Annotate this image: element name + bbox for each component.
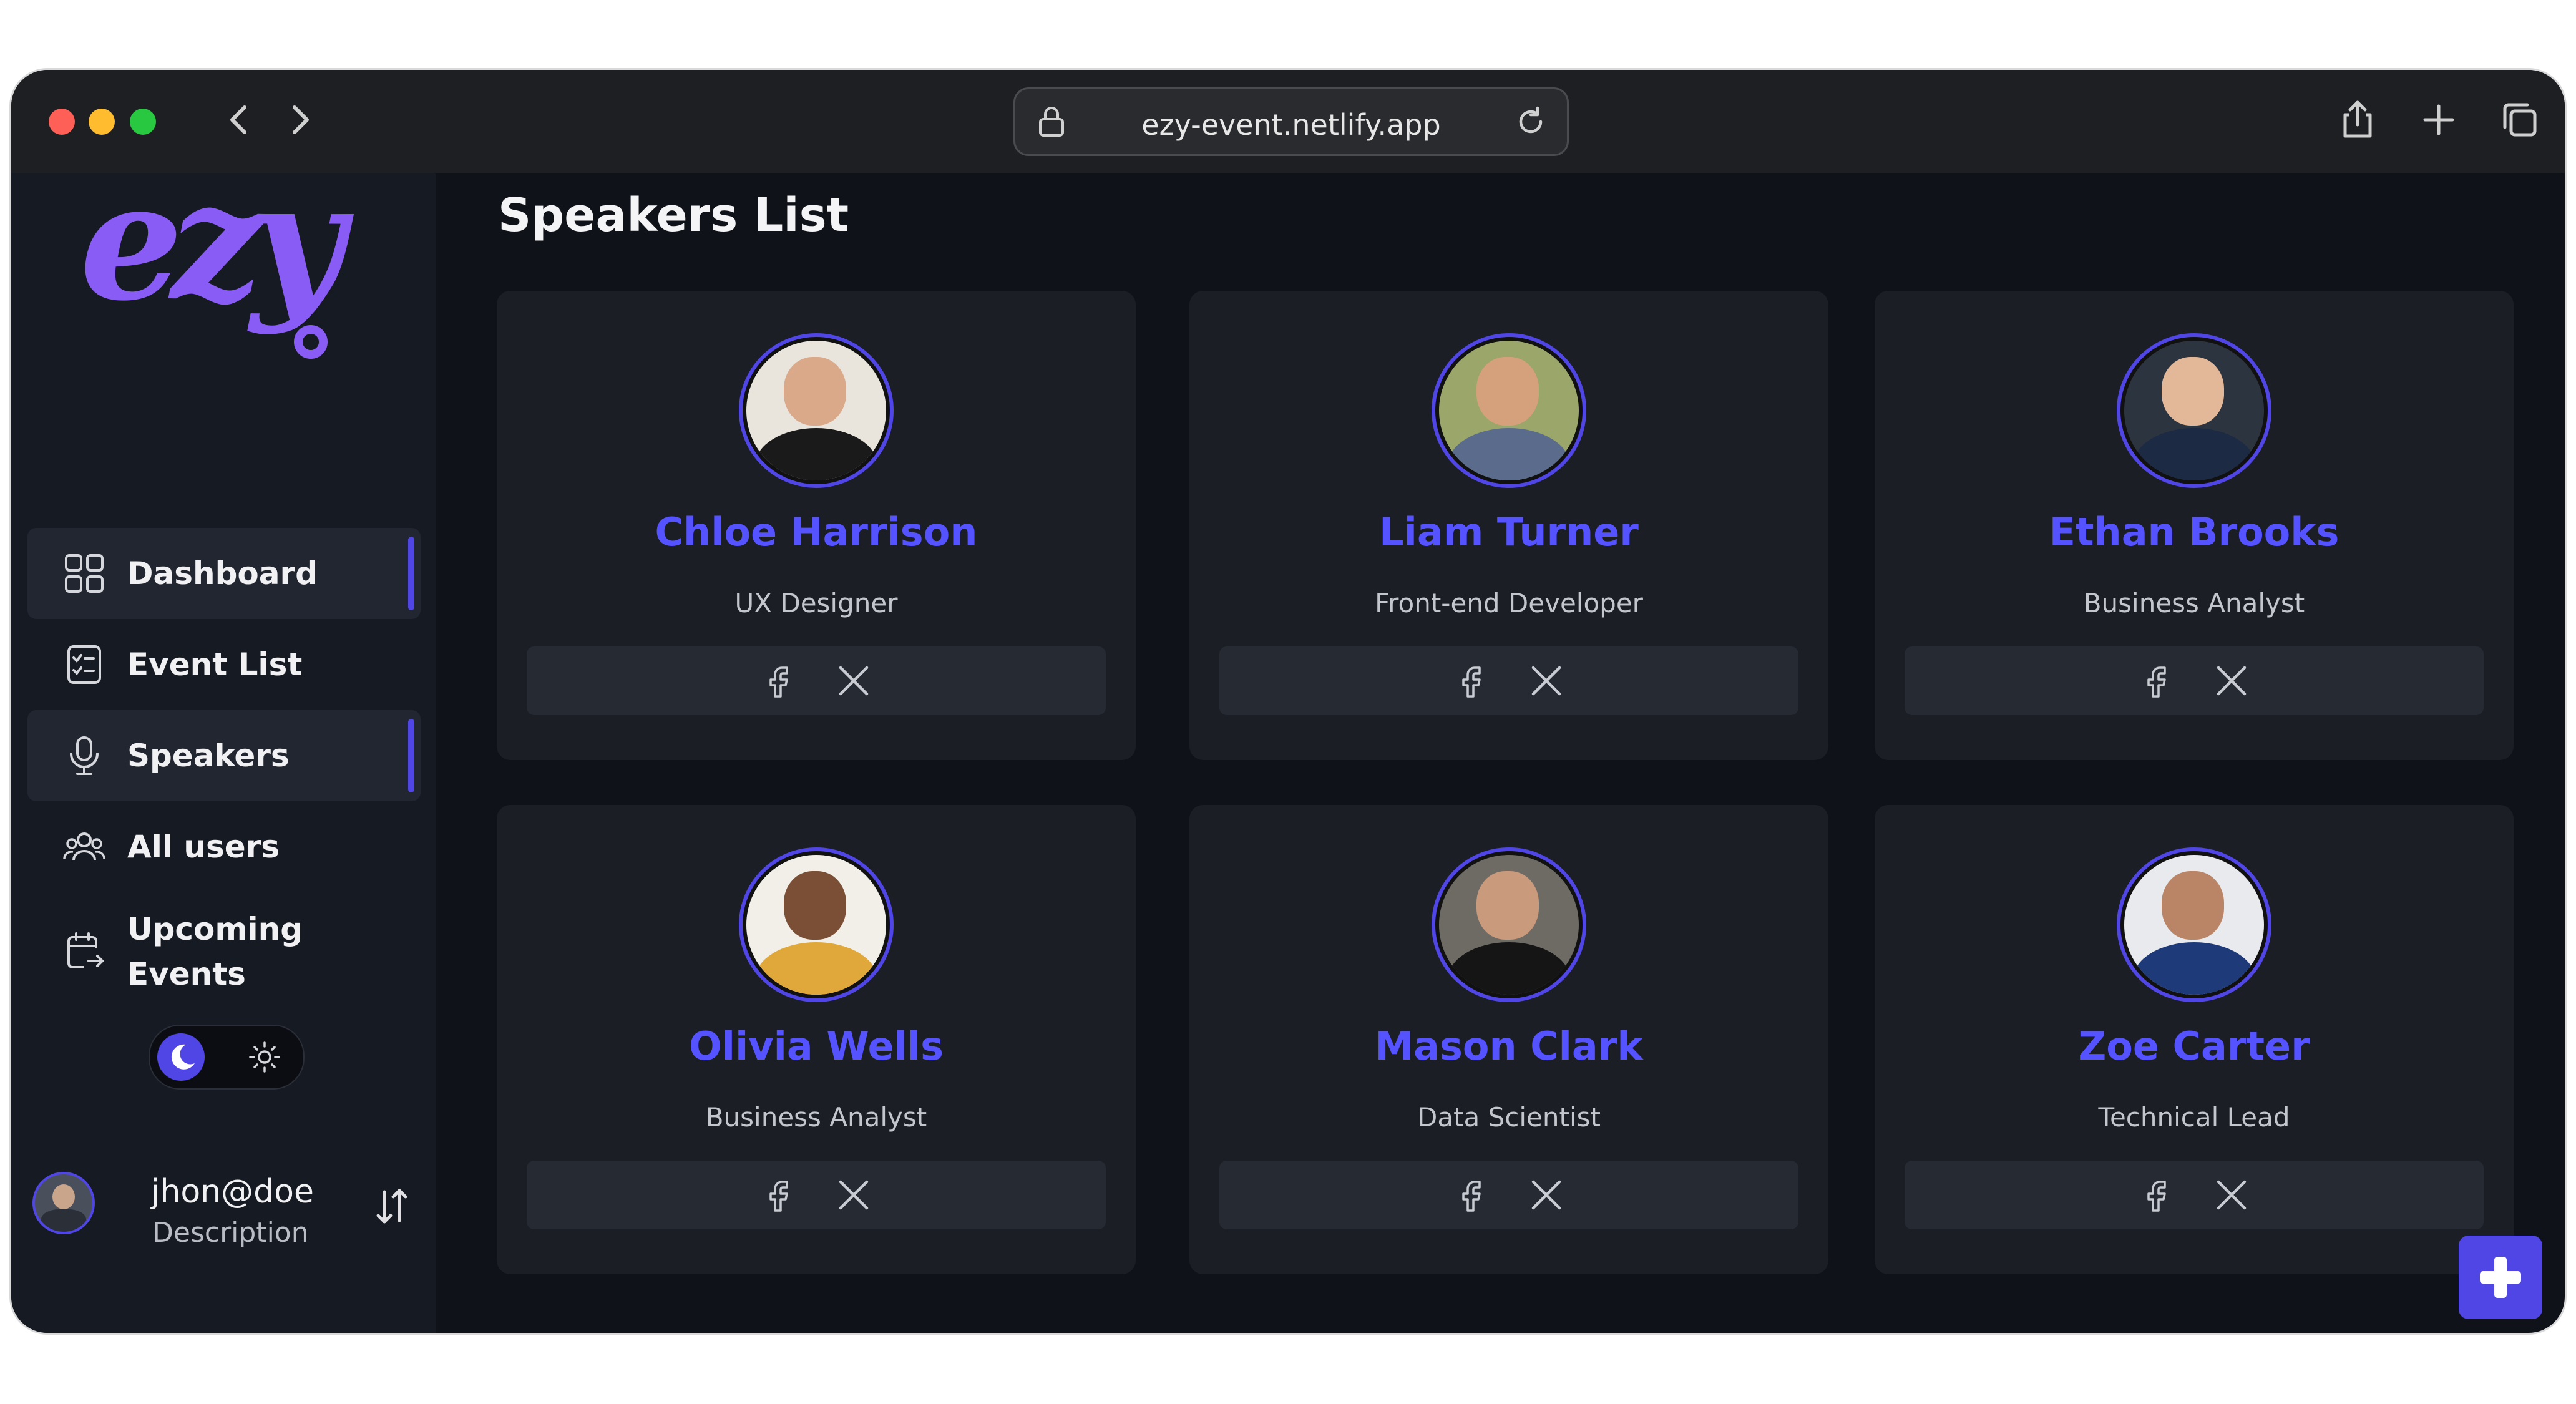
back-icon[interactable] [215,95,265,145]
social-links [1905,646,2484,715]
facebook-icon[interactable] [2137,1176,2176,1214]
sidebar-item-dashboard[interactable]: Dashboard [27,528,421,619]
x-twitter-icon[interactable] [1527,661,1566,700]
social-links [1219,1161,1798,1229]
speaker-role: Business Analyst [2083,588,2305,618]
speaker-name[interactable]: Ethan Brooks [1875,509,2514,555]
sidebar-item-label: Dashboard [127,555,318,592]
speaker-card: Liam Turner Front-end Developer [1189,291,1828,760]
speaker-avatar [1432,333,1586,488]
x-twitter-icon[interactable] [1527,1176,1566,1214]
facebook-icon[interactable] [1452,1176,1491,1214]
facebook-icon[interactable] [759,661,798,700]
users-icon [63,832,105,860]
ezy-logo: ezy [80,173,367,359]
speaker-role: Business Analyst [705,1102,927,1133]
close-window-button[interactable] [49,109,75,135]
speaker-avatar [1432,847,1586,1002]
dark-mode-option[interactable] [157,1033,205,1081]
calendar-arrow-icon [67,932,104,968]
grid-icon [65,554,104,593]
sidebar-item-upcoming-events[interactable]: Upcoming Events [27,892,421,1011]
sidebar-item-event-list[interactable]: Event List [27,619,421,710]
tabs-overview-icon[interactable] [2495,95,2545,145]
speaker-role: Technical Lead [2098,1102,2290,1133]
x-twitter-icon[interactable] [2212,661,2251,700]
share-icon[interactable] [2333,95,2383,145]
social-links [1905,1161,2484,1229]
speaker-card: Chloe Harrison UX Designer [497,291,1136,760]
speaker-avatar [2117,847,2271,1002]
speaker-card: Ethan Brooks Business Analyst [1875,291,2514,760]
speaker-name[interactable]: Chloe Harrison [497,509,1136,555]
speaker-card: Olivia Wells Business Analyst [497,805,1136,1274]
x-twitter-icon[interactable] [834,1176,873,1214]
facebook-icon[interactable] [2137,661,2176,700]
speaker-name[interactable]: Olivia Wells [497,1023,1136,1069]
theme-toggle[interactable] [149,1025,305,1090]
page-title: Speakers List [498,188,849,242]
moon-icon [171,1044,195,1070]
sidebar-item-label: All users [127,829,280,865]
facebook-icon[interactable] [759,1176,798,1214]
microphone-icon [70,736,99,775]
checklist-icon [67,645,101,684]
social-links [527,646,1106,715]
sun-icon[interactable] [248,1041,281,1073]
speaker-card: Zoe Carter Technical Lead [1875,805,2514,1274]
sidebar: ezy Dashboard Event List Speakers All us… [11,173,436,1333]
add-speaker-button[interactable] [2459,1236,2542,1319]
social-links [1219,646,1798,715]
minimize-window-button[interactable] [89,109,115,135]
speaker-role: Data Scientist [1417,1102,1601,1133]
sidebar-item-label: Upcoming Events [127,911,303,992]
speaker-avatar [739,847,894,1002]
sort-icon[interactable] [372,1184,412,1228]
address-bar[interactable]: ezy-event.netlify.app [1013,87,1569,156]
speaker-avatar [739,333,894,488]
speaker-avatar [2117,333,2271,488]
social-links [527,1161,1106,1229]
url-text: ezy-event.netlify.app [1141,108,1441,142]
logo-text: ezy [80,173,354,337]
forward-icon[interactable] [275,95,324,145]
new-tab-icon[interactable] [2414,95,2464,145]
maximize-window-button[interactable] [130,109,156,135]
x-twitter-icon[interactable] [2212,1176,2251,1214]
sidebar-item-label: Event List [127,646,303,683]
speaker-role: Front-end Developer [1375,588,1643,618]
x-twitter-icon[interactable] [834,661,873,700]
sidebar-item-speakers[interactable]: Speakers [27,710,421,801]
speaker-role: UX Designer [734,588,898,618]
sidebar-item-all-users[interactable]: All users [27,801,421,892]
speaker-name[interactable]: Mason Clark [1189,1023,1828,1069]
user-description: Description [152,1217,309,1249]
facebook-icon[interactable] [1452,661,1491,700]
user-name: jhon@doe [151,1173,314,1211]
avatar[interactable] [32,1172,95,1234]
browser-window: ezy-event.netlify.app ezy Dashboard Even… [11,70,2565,1333]
speaker-name[interactable]: Liam Turner [1189,509,1828,555]
sidebar-item-label: Speakers [127,738,290,774]
browser-titlebar: ezy-event.netlify.app [11,70,2565,173]
plus-icon [2480,1257,2521,1298]
speaker-name[interactable]: Zoe Carter [1875,1023,2514,1069]
reload-icon[interactable] [1512,103,1549,140]
speaker-card: Mason Clark Data Scientist [1189,805,1828,1274]
